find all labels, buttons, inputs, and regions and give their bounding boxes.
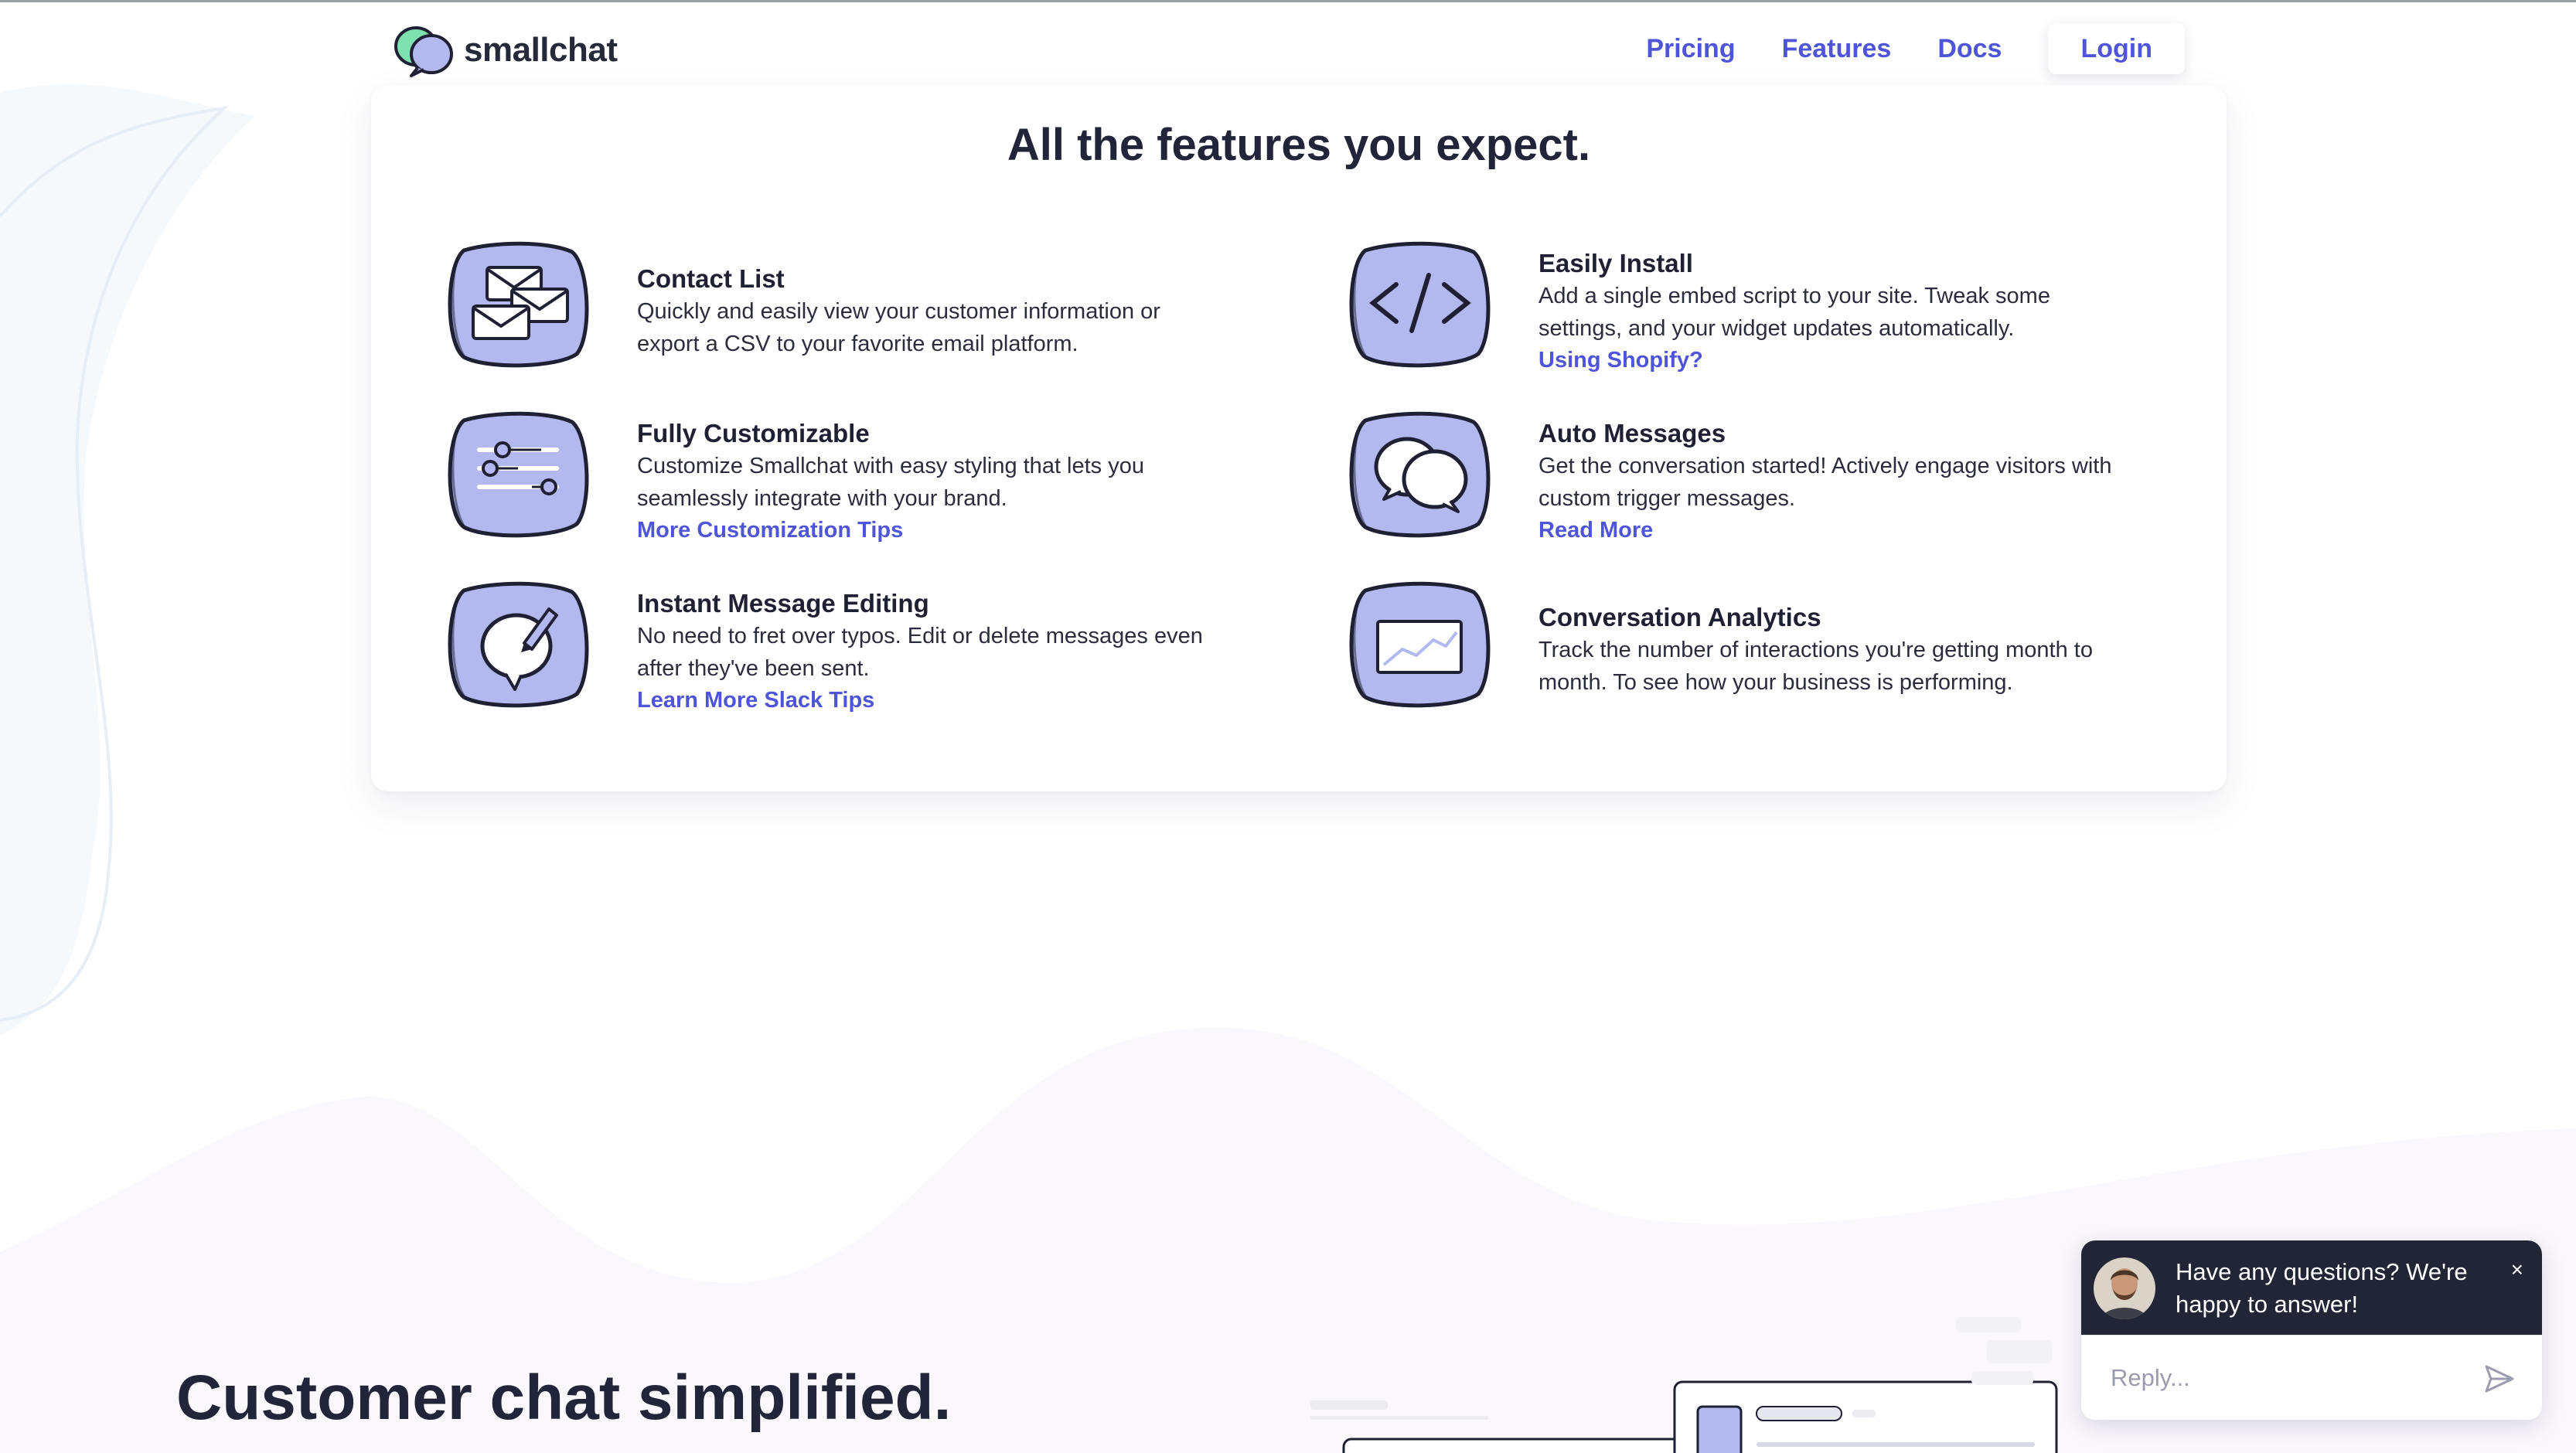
feature-title: Conversation Analytics — [1538, 603, 1821, 631]
feature-title: Instant Message Editing — [637, 589, 929, 618]
login-button[interactable]: Login — [2048, 23, 2185, 74]
feature-title: Fully Customizable — [637, 419, 870, 447]
avatar — [2094, 1257, 2155, 1319]
feature-conversation-analytics: Conversation Analytics Track the number … — [1342, 575, 2115, 722]
send-icon[interactable] — [2483, 1363, 2516, 1394]
feature-desc: Track the number of interactions you're … — [1538, 638, 2093, 695]
features-title: All the features you expect. — [1007, 120, 1591, 170]
chat-header: Have any questions? We're happy to answe… — [2081, 1240, 2542, 1335]
feature-contact-list: Contact List Quickly and easily view you… — [441, 235, 1214, 382]
logo[interactable]: smallchat — [391, 23, 618, 77]
chat-widget: Have any questions? We're happy to answe… — [2081, 1240, 2542, 1420]
logo-text: smallchat — [464, 31, 618, 69]
feature-desc: Add a single embed script to your site. … — [1538, 284, 2050, 341]
code-icon — [1342, 235, 1497, 373]
chat-reply-bar: Reply... — [2081, 1335, 2542, 1420]
read-more-link[interactable]: Read More — [1538, 515, 2126, 546]
feature-title: Easily Install — [1538, 249, 1693, 277]
feature-fully-customizable: Fully Customizable Customize Smallchat w… — [441, 405, 1214, 552]
top-border — [0, 0, 2576, 2]
logo-bubbles-icon — [394, 26, 453, 77]
feature-auto-messages: Auto Messages Get the conversation start… — [1342, 405, 2115, 552]
main-nav: Pricing Features Docs Login — [1600, 23, 2185, 74]
feature-title: Contact List — [637, 264, 785, 293]
envelopes-icon — [441, 235, 595, 373]
feature-desc: Get the conversation started! Actively e… — [1538, 454, 2112, 511]
nav-features[interactable]: Features — [1782, 34, 1892, 64]
feature-desc: Customize Smallchat with easy styling th… — [637, 454, 1144, 511]
feature-title: Auto Messages — [1538, 419, 1726, 447]
sliders-icon — [441, 405, 595, 543]
feature-desc: Quickly and easily view your customer in… — [637, 299, 1160, 356]
nav-pricing[interactable]: Pricing — [1646, 34, 1735, 64]
chat-bubbles-icon — [1342, 405, 1497, 543]
feature-desc: No need to fret over typos. Edit or dele… — [637, 624, 1203, 681]
feature-easily-install: Easily Install Add a single embed script… — [1342, 235, 2115, 382]
edit-message-icon — [441, 575, 595, 713]
app-mockup-illustration — [1310, 1317, 2058, 1453]
reply-input[interactable]: Reply... — [2111, 1364, 2190, 1392]
chat-message: Have any questions? We're happy to answe… — [2176, 1258, 2468, 1318]
analytics-chart-icon — [1342, 575, 1497, 713]
features-card: All the features you expect. Contact Lis… — [371, 85, 2227, 791]
nav-docs[interactable]: Docs — [1937, 34, 2002, 64]
close-icon[interactable]: × — [2511, 1257, 2523, 1282]
using-shopify-link[interactable]: Using Shopify? — [1538, 345, 2126, 376]
customization-tips-link[interactable]: More Customization Tips — [637, 515, 1225, 546]
feature-instant-message-editing: Instant Message Editing No need to fret … — [441, 575, 1214, 722]
slack-tips-link[interactable]: Learn More Slack Tips — [637, 685, 1225, 716]
hero-title: Customer chat simplified. — [176, 1363, 952, 1433]
